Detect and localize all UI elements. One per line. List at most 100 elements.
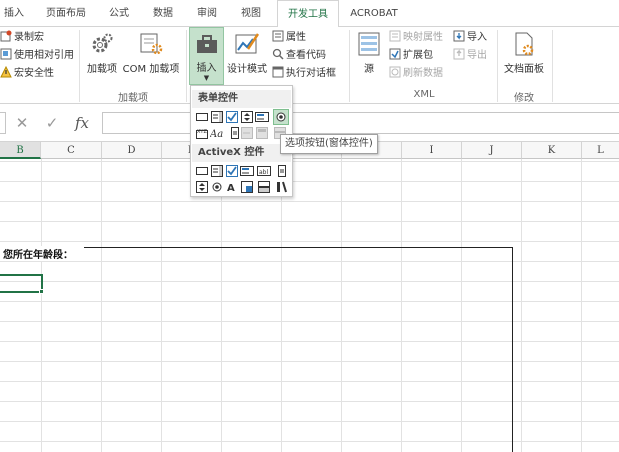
drawn-frame-top	[84, 247, 513, 248]
column-header-j[interactable]: J	[462, 142, 522, 159]
run-dialog-label: 执行对话框	[286, 68, 336, 79]
worksheet-grid[interactable]	[0, 159, 619, 452]
column-header-c[interactable]: C	[41, 142, 102, 159]
activex-toggle-button-icon[interactable]	[257, 180, 271, 194]
svg-text:abl: abl	[259, 169, 268, 176]
formula-input[interactable]	[102, 112, 619, 134]
tab-data[interactable]: 数据	[146, 0, 180, 27]
tab-page-layout[interactable]: 页面布局	[38, 0, 94, 27]
form-text-field-icon[interactable]	[240, 126, 254, 140]
name-box[interactable]	[0, 112, 6, 134]
tab-developer[interactable]: 开发工具	[277, 0, 339, 28]
gear-icon	[92, 33, 113, 53]
insert-controls-button[interactable]: 插入 ▼	[189, 27, 224, 85]
activex-spin-button-icon[interactable]	[195, 180, 209, 194]
refresh-icon	[389, 66, 401, 78]
activex-command-button-icon[interactable]	[195, 164, 209, 178]
design-mode-button[interactable]: 设计模式	[225, 31, 269, 75]
addins-button[interactable]: 加载项	[85, 31, 119, 75]
drawn-frame-right	[512, 247, 513, 452]
column-header-d[interactable]: D	[102, 142, 162, 159]
document-panel-button[interactable]: 文档面板	[502, 31, 546, 75]
form-option-button-icon[interactable]	[273, 109, 289, 125]
column-header-b[interactable]: B	[0, 142, 41, 159]
xml-import-button[interactable]: 导入	[453, 29, 487, 47]
macro-security-label: 宏安全性	[14, 68, 54, 79]
form-combo-list-edit-icon[interactable]	[255, 126, 269, 140]
xml-source-button[interactable]: 源	[355, 31, 383, 75]
form-list-box-icon[interactable]	[255, 110, 269, 124]
com-addins-button[interactable]: COM 加载项	[120, 31, 182, 75]
record-macro-label: 录制宏	[14, 32, 44, 43]
design-mode-icon	[235, 33, 260, 54]
activex-scroll-bar-icon[interactable]	[275, 164, 289, 178]
relative-reference-button[interactable]: 使用相对引用	[0, 47, 74, 65]
option-button-tooltip: 选项按钮(窗体控件)	[280, 134, 378, 154]
age-group-label: 您所在年龄段：	[3, 246, 75, 261]
com-addins-label: COM 加载项	[122, 64, 180, 75]
group-separator	[497, 30, 498, 102]
cancel-icon[interactable]: ✕	[10, 112, 34, 134]
fill-handle[interactable]	[39, 289, 44, 294]
warning-icon	[0, 66, 12, 78]
ribbon-tab-bar: 插入 页面布局 公式 数据 审阅 视图 开发工具 ACROBAT	[0, 0, 619, 28]
view-code-icon	[272, 48, 284, 60]
map-properties-label: 映射属性	[403, 32, 443, 43]
activex-combo-box-icon[interactable]	[210, 164, 224, 178]
export-label: 导出	[467, 50, 487, 61]
group-separator	[552, 30, 553, 102]
toolbox-icon	[196, 35, 217, 53]
view-code-button[interactable]: 查看代码	[272, 47, 326, 65]
activex-text-box-icon[interactable]: abl	[257, 164, 271, 178]
activex-checkbox-icon[interactable]	[225, 164, 239, 178]
column-header-l[interactable]: L	[582, 142, 619, 159]
activex-list-box-icon[interactable]	[240, 164, 254, 178]
record-macro-icon	[0, 30, 12, 42]
form-spin-button-icon[interactable]	[240, 110, 254, 124]
import-label: 导入	[467, 32, 487, 43]
record-macro-button[interactable]: 录制宏	[0, 29, 44, 47]
macro-security-button[interactable]: 宏安全性	[0, 65, 54, 83]
tab-acrobat[interactable]: ACROBAT	[345, 0, 403, 27]
column-header-k[interactable]: K	[522, 142, 582, 159]
design-mode-label: 设计模式	[227, 64, 267, 75]
form-label-icon[interactable]: Aa	[210, 126, 226, 140]
relative-reference-icon	[0, 48, 12, 60]
refresh-data-button[interactable]: 刷新数据	[389, 65, 443, 83]
insert-controls-label: 插入	[196, 63, 217, 74]
chevron-down-icon: ▼	[203, 74, 210, 82]
export-icon	[453, 48, 465, 60]
tab-view[interactable]: 视图	[234, 0, 268, 27]
activex-label-icon[interactable]: A	[225, 180, 239, 194]
ribbon: 录制宏 使用相对引用 宏安全性 加载项 COM 加载项 加载项 插入 ▼ 设计模…	[0, 27, 619, 104]
group-separator	[186, 30, 187, 102]
expansion-packs-button[interactable]: 扩展包	[389, 47, 433, 65]
properties-button[interactable]: 属性	[272, 29, 306, 47]
activex-option-button-icon[interactable]	[210, 180, 224, 194]
expansion-packs-label: 扩展包	[403, 50, 433, 61]
form-group-box-icon[interactable]: XYZ	[195, 126, 209, 140]
modify-group-label: 修改	[514, 93, 534, 104]
properties-icon	[272, 30, 284, 42]
form-checkbox-icon[interactable]	[225, 110, 239, 124]
run-dialog-button[interactable]: 执行对话框	[272, 65, 336, 83]
column-header-i[interactable]: I	[402, 142, 462, 159]
enter-icon[interactable]: ✓	[40, 112, 64, 134]
form-button-icon[interactable]	[195, 110, 209, 124]
activex-image-icon[interactable]	[240, 180, 254, 194]
import-icon	[453, 30, 465, 42]
form-controls-header: 表单控件	[192, 90, 291, 108]
tab-insert[interactable]: 插入	[0, 0, 28, 27]
form-combo-box-icon[interactable]	[210, 110, 224, 124]
xml-export-button[interactable]: 导出	[453, 47, 487, 65]
map-properties-button[interactable]: 映射属性	[389, 29, 443, 47]
svg-text:A: A	[227, 183, 235, 193]
xml-source-label: 源	[364, 64, 374, 75]
tab-formulas[interactable]: 公式	[102, 0, 136, 27]
run-dialog-icon	[272, 66, 284, 78]
tab-review[interactable]: 审阅	[190, 0, 224, 27]
map-properties-icon	[389, 30, 401, 42]
selected-cell[interactable]	[0, 274, 43, 293]
more-controls-icon[interactable]	[275, 180, 289, 194]
insert-function-button[interactable]: fx	[70, 112, 94, 134]
